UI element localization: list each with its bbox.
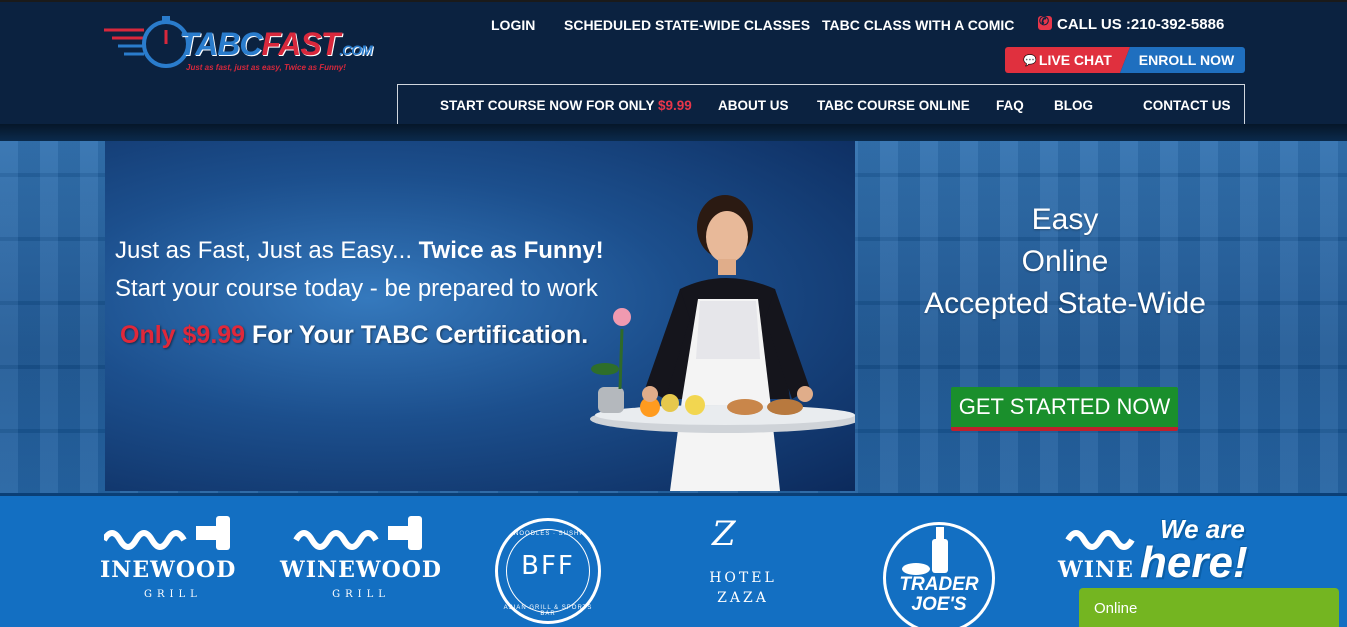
live-chat-button[interactable]: 💬 LIVE CHAT [1005, 47, 1130, 73]
nav-start-course-label: START COURSE NOW FOR ONLY [440, 98, 659, 113]
partner-logo-winewood-2: WINEWOOD GRILL [276, 514, 446, 600]
partner-logo-hotel-zaza: HOTEL ZAZA [705, 568, 781, 608]
partner-logo-trader-joes: TRADER JOE'S [883, 522, 995, 627]
get-started-button[interactable]: GET STARTED NOW [951, 387, 1178, 431]
corkscrew-icon [101, 516, 230, 550]
winewood-1-name: INEWOOD [100, 557, 237, 583]
here-text: here! [1140, 538, 1248, 587]
nav-start-course-price: $9.99 [658, 98, 692, 113]
site-header: TABCFAST.COM Just as fast, just as easy,… [0, 0, 1347, 126]
zaza-line-2: ZAZA [717, 590, 769, 606]
top-navigation: LOGIN SCHEDULED STATE-WIDE CLASSES TABC … [0, 14, 1347, 37]
side-text-accepted: Accepted State-Wide [924, 287, 1206, 320]
nav-start-course[interactable]: START COURSE NOW FOR ONLY $9.99 [440, 98, 692, 113]
tj-line-2: JOE'S [911, 594, 967, 615]
zaza-line-1: HOTEL [709, 570, 777, 586]
call-us-link[interactable]: CALL US :210-392-5886 [1038, 14, 1225, 33]
comic-class-link[interactable]: TABC CLASS WITH A COMIC [822, 17, 1014, 33]
corkscrew-icon [293, 516, 422, 550]
nav-faq[interactable]: FAQ [996, 98, 1024, 113]
main-navigation: START COURSE NOW FOR ONLY $9.99 ABOUT US… [397, 84, 1245, 126]
header-divider [0, 124, 1347, 141]
logo-tagline: Just as fast, just as easy, Twice as Fun… [186, 63, 346, 72]
winewood-1-sub: GRILL [144, 589, 202, 600]
bff-main-text: BFF [521, 551, 575, 581]
nav-about-us[interactable]: ABOUT US [718, 98, 789, 113]
call-us-label: CALL US :210-392-5886 [1057, 16, 1225, 33]
hotel-zaza-monogram: Z [712, 514, 736, 554]
login-link[interactable]: LOGIN [491, 17, 535, 33]
side-text-easy: Easy [1031, 203, 1099, 236]
nav-contact-us[interactable]: CONTACT US [1143, 98, 1231, 113]
side-text-online: Online [1021, 245, 1109, 278]
bff-top-text: NOODLES · SUSHI [513, 531, 582, 537]
phone-icon [1038, 14, 1052, 30]
winewood-2-sub: GRILL [332, 589, 390, 600]
hero-price-line: Only $9.99 For Your TABC Certification. [120, 321, 589, 349]
we-are-here-badge[interactable]: We are here! [1140, 514, 1290, 594]
scheduled-classes-link[interactable]: SCHEDULED STATE-WIDE CLASSES [564, 17, 810, 33]
waitress-image [590, 195, 855, 491]
hero-banner[interactable]: Just as Fast, Just as Easy... Twice as F… [105, 141, 855, 491]
partner-logo-bff: NOODLES · SUSHI BFF ASIAN GRILL & SPORTS… [495, 518, 601, 624]
chat-online-widget[interactable]: Online [1079, 588, 1339, 627]
hero-headline: Just as Fast, Just as Easy... Twice as F… [115, 237, 604, 264]
trader-joes-name: TRADER JOE'S [886, 575, 992, 615]
wine-bottle-icon [902, 527, 948, 575]
tj-line-1: TRADER [899, 574, 979, 595]
enroll-now-label: ENROLL NOW [1138, 52, 1235, 68]
live-chat-label: LIVE CHAT [1038, 52, 1112, 68]
winewood-2-name: WINEWOOD [280, 557, 442, 583]
nav-tabc-course-online[interactable]: TABC COURSE ONLINE [817, 98, 970, 113]
nav-blog[interactable]: BLOG [1054, 98, 1093, 113]
chat-bubble-icon: 💬 [1023, 54, 1037, 67]
partner-logo-winewood-1: INEWOOD GRILL [100, 514, 254, 600]
bff-bottom-text: ASIAN GRILL & SPORTS BAR [503, 605, 593, 617]
hero-subheadline: Start your course today - be prepared to… [115, 275, 598, 302]
hero-section: Just as Fast, Just as Easy... Twice as F… [0, 141, 1347, 493]
enroll-now-button[interactable]: ENROLL NOW [1120, 47, 1245, 73]
hero-side-text: Easy Online Accepted State-Wide [855, 199, 1275, 325]
